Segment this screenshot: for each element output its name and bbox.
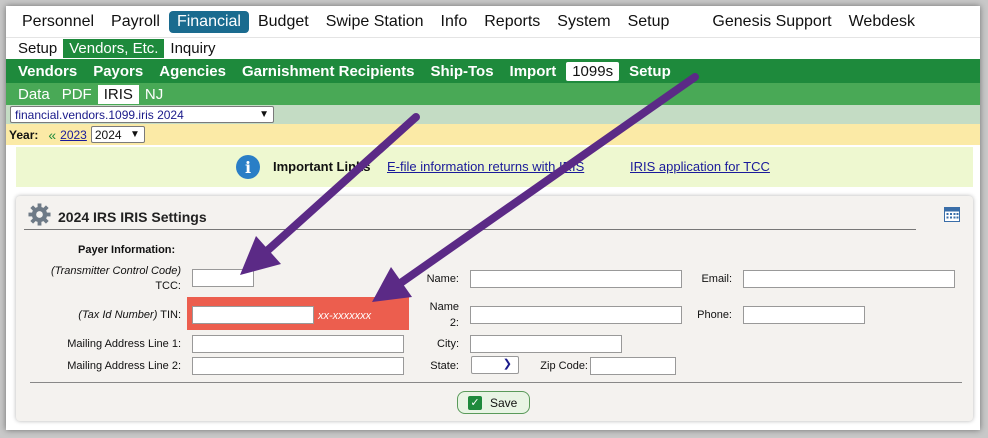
year-label: Year: [9,127,39,142]
chevron-down-icon: ❯ [502,358,512,370]
name-input[interactable] [470,270,682,288]
mail1-input[interactable] [192,335,404,353]
title-divider [24,229,916,230]
year-bar: Year: « 2023 2024 ▼ [6,124,980,145]
nav-personnel[interactable]: Personnel [14,11,102,33]
prev-year-link[interactable]: 2023 [60,128,87,142]
subnav-vendors-etc[interactable]: Vendors, Etc. [63,39,165,58]
screen-select-bar: financial.vendors.1099.iris 2024 ▼ [6,105,980,124]
phone-label: Phone: [697,309,732,321]
chevron-down-icon: ▼ [259,109,269,120]
info-icon: i [236,155,260,179]
tin-hint: (Tax Id Number) [78,309,158,321]
tcc-application-link[interactable]: IRIS application for TCC [630,159,770,174]
email-label: Email: [701,273,732,285]
state-select[interactable]: ❯ [471,356,519,374]
name2-input[interactable] [470,306,682,324]
name-label: Name: [426,273,459,285]
tab-iris[interactable]: IRIS [97,84,139,104]
tabs-1099: Data PDF IRIS NJ [6,83,980,105]
nav-info[interactable]: Info [433,11,476,33]
nav-setup[interactable]: Setup [620,11,678,33]
main-nav: Personnel Payroll Financial Budget Swipe… [6,6,980,38]
save-label: Save [490,395,518,410]
panel-title: 2024 IRS IRIS Settings [58,209,207,225]
mail2-label: Mailing Address Line 2: [67,360,181,372]
vnav-garnishment-recipients[interactable]: Garnishment Recipients [236,62,421,81]
vnav-import[interactable]: Import [504,62,563,81]
double-chevron-left-icon[interactable]: « [48,127,56,143]
mail2-input[interactable] [192,357,404,375]
subnav-inquiry[interactable]: Inquiry [164,39,221,58]
vnav-vendors[interactable]: Vendors [12,62,83,81]
chevron-down-icon: ▼ [129,129,140,140]
nav-budget[interactable]: Budget [250,11,317,33]
state-label: State: [430,360,459,372]
payer-info-heading: Payer Information: [78,244,176,256]
efile-link[interactable]: E-file information returns with IRIS [387,159,584,174]
important-links-bar: i Important Links E-file information ret… [16,147,973,187]
save-button[interactable]: ✓ Save [457,391,530,414]
zip-input[interactable] [590,357,676,375]
nav-genesis-support[interactable]: Genesis Support [704,11,839,33]
mail1-label: Mailing Address Line 1: [67,338,181,350]
screen-select-value: financial.vendors.1099.iris 2024 [15,107,184,122]
tin-format-hint: xx-xxxxxxx [318,310,372,322]
nav-swipe-station[interactable]: Swipe Station [318,11,432,33]
subnav-setup[interactable]: Setup [12,39,63,58]
tin-label-row: (Tax Id Number) TIN: [36,309,181,321]
calendar-icon[interactable] [944,206,960,222]
nav-payroll[interactable]: Payroll [103,11,168,33]
checkmark-icon: ✓ [468,395,482,410]
tcc-input[interactable] [192,269,254,287]
vnav-setup[interactable]: Setup [623,62,677,81]
sub-nav: Setup Vendors, Etc. Inquiry [6,38,980,59]
phone-input[interactable] [743,306,865,324]
tcc-hint: (Transmitter Control Code) [51,265,181,277]
nav-reports[interactable]: Reports [476,11,548,33]
zip-label: Zip Code: [540,360,588,372]
email-input[interactable] [743,270,955,288]
screen-select[interactable]: financial.vendors.1099.iris 2024 ▼ [10,106,274,123]
vnav-1099s[interactable]: 1099s [566,61,620,81]
name2-label-a: Name [429,301,459,313]
gear-icon [28,203,51,226]
city-input[interactable] [470,335,622,353]
nav-financial[interactable]: Financial [168,10,249,33]
year-select[interactable]: 2024 ▼ [90,126,145,143]
vnav-payors[interactable]: Payors [87,62,149,81]
tin-label: TIN: [160,309,181,321]
tab-nj[interactable]: NJ [139,85,169,104]
tab-pdf[interactable]: PDF [56,85,98,104]
vnav-ship-tos[interactable]: Ship-Tos [424,62,499,81]
important-links-title: Important Links [273,159,371,174]
city-label: City: [437,338,459,350]
iris-settings-panel: 2024 IRS IRIS Settings Payer Information… [16,196,973,421]
nav-system[interactable]: System [549,11,618,33]
year-select-value: 2024 [94,127,122,142]
tab-data[interactable]: Data [12,85,56,104]
name2-label-b: 2: [449,317,459,329]
tin-input[interactable] [192,306,314,324]
vnav-agencies[interactable]: Agencies [153,62,232,81]
app-frame: Personnel Payroll Financial Budget Swipe… [6,6,980,430]
vendors-nav: Vendors Payors Agencies Garnishment Reci… [6,59,980,83]
tcc-label: TCC: [155,280,181,292]
nav-webdesk[interactable]: Webdesk [841,11,923,33]
form-divider [30,382,962,383]
